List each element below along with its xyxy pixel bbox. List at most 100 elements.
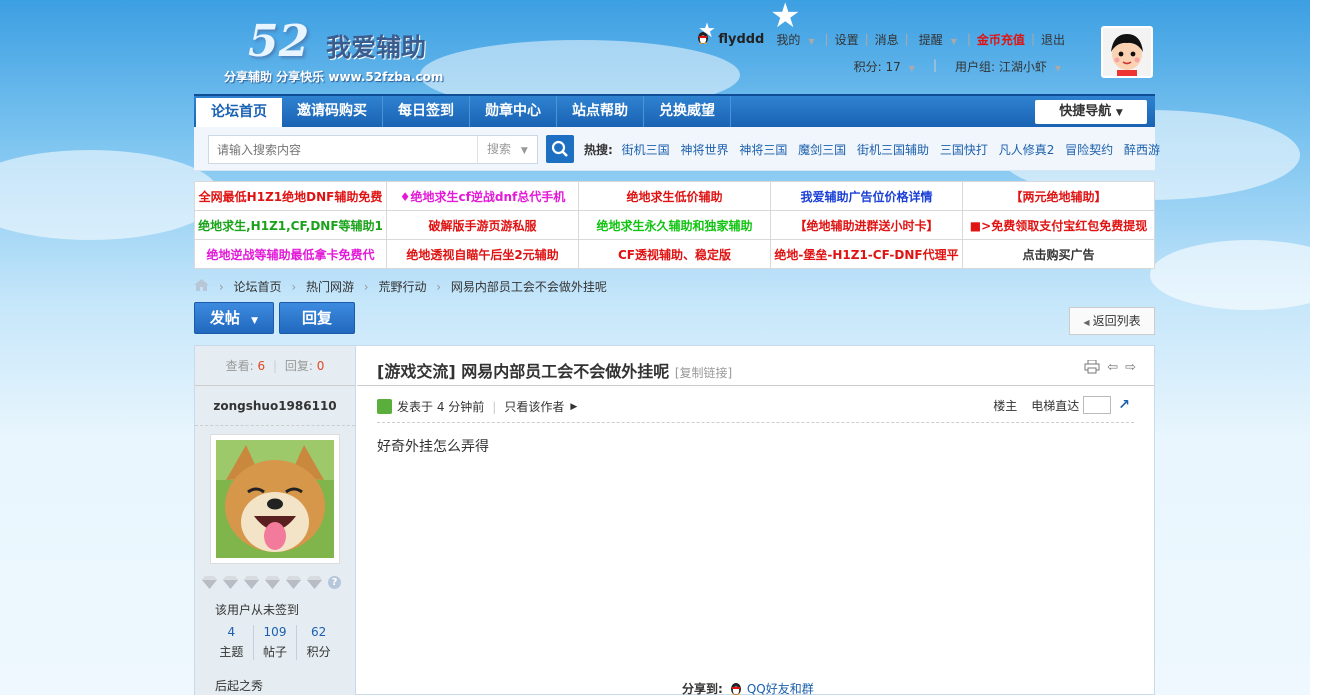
my-menu[interactable]: 我的 ▼	[772, 31, 818, 48]
hot-search-link[interactable]: 凡人修真2	[999, 143, 1055, 157]
reminders-menu[interactable]: 提醒 ▼	[915, 31, 961, 48]
nav-invite-code[interactable]: 邀请码购买	[282, 96, 383, 127]
divider: |	[492, 399, 497, 414]
diamond-icon	[307, 576, 322, 589]
print-icon[interactable]	[1084, 359, 1100, 378]
breadcrumb-separator: ›	[291, 280, 297, 294]
hot-search-link[interactable]: 三国快打	[940, 143, 988, 157]
count-points[interactable]: 62 积分	[296, 625, 340, 660]
gold-recharge-link[interactable]: 金币充值	[977, 31, 1025, 48]
usergroup-label: 用户组: 江湖小虾	[954, 60, 1047, 74]
divider	[357, 385, 1154, 386]
next-thread-icon[interactable]: ⇨	[1125, 360, 1136, 378]
ad-link[interactable]: 绝地透视自瞄午后坐2元辅助	[386, 239, 579, 269]
floor-jump-input[interactable]	[1083, 396, 1112, 414]
level-badges: ?	[202, 576, 341, 589]
hot-search-link[interactable]: 街机三国	[622, 143, 670, 157]
scrollbar[interactable]	[1310, 0, 1332, 695]
points-label: 积分: 17	[853, 60, 901, 74]
ad-link[interactable]: 我爱辅助广告位价格详情	[770, 181, 963, 211]
nav-medal-center[interactable]: 勋章中心	[470, 96, 557, 127]
share-label: 分享到:	[682, 682, 723, 695]
only-author-link[interactable]: 只看该作者	[504, 398, 564, 415]
ad-link[interactable]: 破解版手游页游私服	[386, 210, 579, 240]
share-qq-link[interactable]: QQ好友和群	[747, 680, 814, 695]
count-label: 帖子	[263, 645, 288, 659]
back-to-list-button[interactable]: ◀ 返回列表	[1069, 307, 1155, 335]
chevron-down-icon: ▼	[1115, 108, 1123, 118]
diamond-icon	[244, 576, 259, 589]
points-menu[interactable]: 积分: 17 ▼	[850, 58, 919, 75]
user-stats-bar: 积分: 17 ▼ | 用户组: 江湖小虾 ▼	[846, 58, 1069, 75]
thread-category[interactable]: [游戏交流]	[377, 362, 456, 381]
post-container: 查看: 6 | 回复: 0 zongshuo1986110 ? 该用户从未签到 …	[194, 345, 1155, 695]
ad-link[interactable]: 全网最低H1Z1绝地DNF辅助免费	[194, 181, 387, 211]
username-link[interactable]: flyddd	[718, 32, 764, 47]
search-type-select[interactable]: 搜索 ▼	[477, 135, 538, 164]
breadcrumb-separator: ›	[436, 280, 442, 294]
jump-go-icon[interactable]: ↗	[1118, 397, 1130, 413]
divider: |	[932, 58, 937, 72]
home-icon[interactable]	[194, 279, 213, 294]
online-status-icon	[377, 399, 392, 414]
count-topics[interactable]: 4 主题	[210, 625, 253, 660]
ad-link[interactable]: 【绝地辅助进群送小时卡】	[770, 210, 963, 240]
ad-link[interactable]: ♦绝地求生cf逆战dnf总代手机	[386, 181, 579, 211]
shiba-dog-avatar-icon	[216, 440, 334, 558]
ad-link[interactable]: 绝地-堡垒-H1Z1-CF-DNF代理平	[770, 239, 963, 269]
prev-thread-icon[interactable]: ⇦	[1107, 360, 1118, 378]
ad-link[interactable]: 点击购买广告	[962, 239, 1155, 269]
post-main: [游戏交流] 网易内部员工会不会做外挂呢 [复制链接] ⇦ ⇨ 发表于 4 分钟…	[357, 346, 1154, 695]
breadcrumb-item[interactable]: 论坛首页	[233, 280, 281, 294]
logout-link[interactable]: 退出	[1041, 31, 1065, 48]
messages-link[interactable]: 消息	[875, 31, 899, 48]
hot-search-link[interactable]: 魔剑三国	[798, 143, 846, 157]
hot-search-link[interactable]: 街机三国辅助	[857, 143, 929, 157]
thread-title-text: 网易内部员工会不会做外挂呢	[461, 362, 670, 381]
author-avatar[interactable]	[210, 434, 340, 564]
hot-search-link[interactable]: 神将三国	[739, 143, 787, 157]
search-icon	[551, 140, 568, 157]
nav-daily-checkin[interactable]: 每日签到	[383, 96, 470, 127]
new-post-button[interactable]: 发帖 ▼	[194, 302, 274, 334]
breadcrumb-item[interactable]: 荒野行动	[378, 280, 426, 294]
hot-search-link[interactable]: 醉西游	[1124, 143, 1160, 157]
divider: |	[864, 32, 869, 46]
hot-search-link[interactable]: 冒险契约	[1065, 143, 1113, 157]
nav-forum-home[interactable]: 论坛首页	[196, 98, 282, 127]
ad-link[interactable]: 【两元绝地辅助】	[962, 181, 1155, 211]
nav-exchange-prestige[interactable]: 兑换威望	[644, 96, 731, 127]
thread-title: [游戏交流] 网易内部员工会不会做外挂呢 [复制链接]	[377, 358, 732, 382]
ad-link-grid: 全网最低H1Z1绝地DNF辅助免费 ♦绝地求生cf逆战dnf总代手机 绝地求生低价辅…	[194, 181, 1155, 269]
usergroup-menu[interactable]: 用户组: 江湖小虾 ▼	[951, 58, 1065, 75]
count-posts[interactable]: 109 帖子	[252, 625, 297, 660]
views-label: 查看:	[225, 359, 254, 373]
play-arrow-icon: ▶	[570, 401, 578, 412]
ad-link[interactable]: 绝地求生低价辅助	[578, 181, 771, 211]
quick-nav-button[interactable]: 快捷导航 ▼	[1035, 100, 1147, 124]
nav-site-help[interactable]: 站点帮助	[557, 96, 644, 127]
views-count: 6	[257, 359, 266, 373]
chevron-down-icon: ▼	[251, 316, 259, 326]
ad-link[interactable]: ■>免费领取支付宝红包免费提现	[962, 210, 1155, 240]
author-name[interactable]: zongshuo1986110	[195, 386, 355, 426]
user-avatar[interactable]	[1101, 26, 1153, 78]
ad-link[interactable]: 绝地逆战等辅助最低拿卡免费代	[194, 239, 387, 269]
search-input[interactable]	[208, 135, 478, 164]
hot-search-link[interactable]: 神将世界	[680, 143, 728, 157]
logo-name: 我爱辅助	[326, 33, 427, 62]
post-time: 发表于 4 分钟前	[397, 400, 485, 414]
breadcrumb-current[interactable]: 网易内部员工会不会做外挂呢	[451, 280, 607, 294]
site-logo[interactable]: 52 我爱辅助 分享辅助 分享快乐 www.52fzba.com	[224, 14, 464, 86]
ad-link[interactable]: CF透视辅助、稳定版	[578, 239, 771, 269]
settings-link[interactable]: 设置	[835, 31, 859, 48]
ad-link[interactable]: 绝地求生,H1Z1,CF,DNF等辅助1	[194, 210, 387, 240]
help-question-icon[interactable]: ?	[328, 576, 341, 589]
ad-link[interactable]: 绝地求生永久辅助和独家辅助	[578, 210, 771, 240]
search-button[interactable]	[546, 135, 574, 163]
copy-link-button[interactable]: [复制链接]	[675, 366, 732, 380]
reminders-label: 提醒	[918, 32, 943, 47]
breadcrumb-item[interactable]: 热门网游	[306, 280, 354, 294]
thread-stats: 查看: 6 | 回复: 0	[195, 346, 355, 386]
reply-button[interactable]: 回复	[279, 302, 355, 334]
